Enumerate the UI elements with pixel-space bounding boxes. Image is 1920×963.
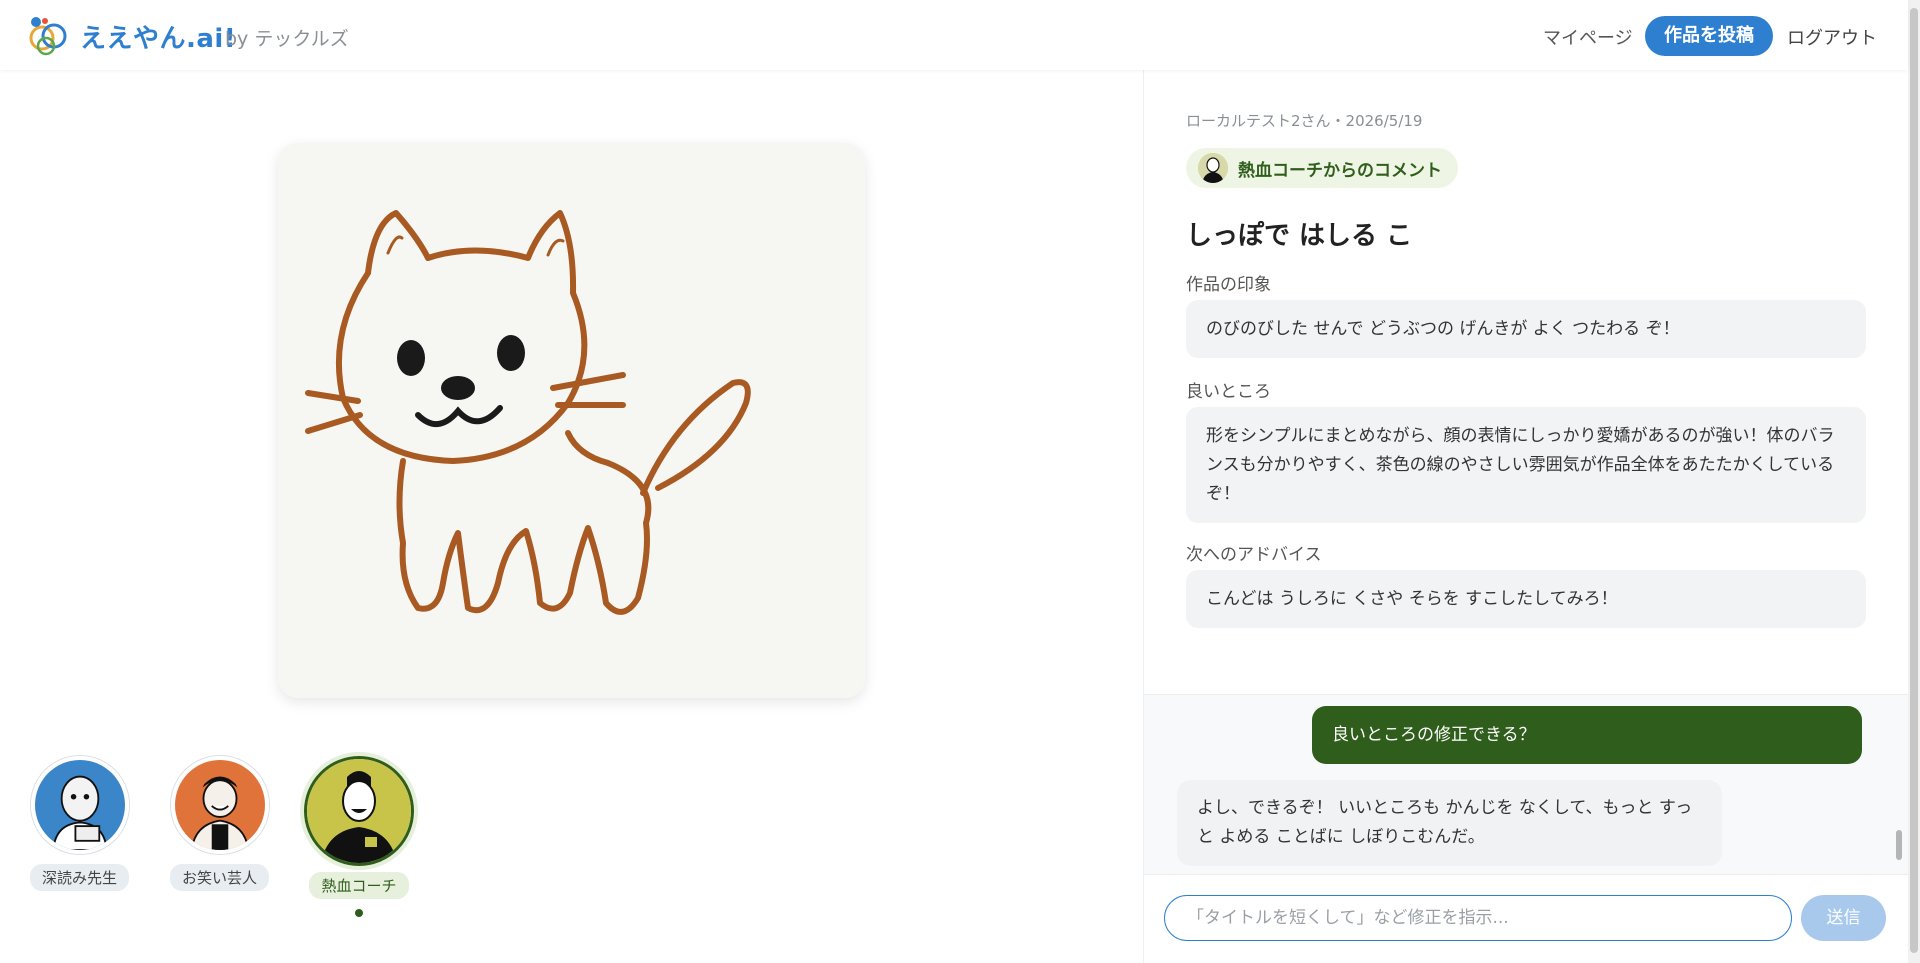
coach-mini-avatar: [1198, 153, 1228, 183]
comment-panel: ローカルテスト2さん・2026/5/19 熱血コーチからのコメント しっぽで は…: [1143, 70, 1909, 963]
page-scrollbar[interactable]: [1908, 0, 1920, 963]
character-label: 深読み先生: [30, 864, 130, 891]
coach-avatar-icon: [1198, 153, 1228, 183]
artwork-image: [278, 143, 865, 698]
section-label-good: 良いところ: [1186, 382, 1271, 402]
section-text-good: 形をシンプルにまとめながら、顔の表情にしっかり愛嬌があるのが強い！体のバランスも…: [1186, 407, 1866, 523]
character-label: 熱血コーチ: [309, 872, 409, 899]
character-fukayomi[interactable]: 深読み先生: [30, 756, 130, 891]
post-meta: ローカルテスト2さん・2026/5/19: [1186, 112, 1423, 130]
section-label-impression: 作品の印象: [1186, 275, 1271, 295]
character-owarai[interactable]: お笑い芸人: [170, 756, 270, 891]
coach-avatar-icon: [307, 759, 411, 863]
active-indicator: [355, 909, 363, 917]
nav-mypage-link[interactable]: マイページ: [1543, 24, 1633, 50]
send-button[interactable]: 送信: [1801, 895, 1886, 941]
section-text-impression: のびのびした せんで どうぶつの げんきが よく つたわる ぞ！: [1186, 300, 1866, 358]
section-label-advice: 次へのアドバイス: [1186, 545, 1322, 565]
section-text-advice: こんどは うしろに くさや そらを すこしたしてみろ！: [1186, 570, 1866, 628]
user-message-bubble: 良いところの修正できる？: [1312, 706, 1862, 764]
page-scroll-thumb[interactable]: [1910, 8, 1918, 953]
cat-drawing-icon: [278, 143, 865, 698]
avatar[interactable]: [304, 756, 414, 866]
chat-scroll-thumb[interactable]: [1896, 830, 1902, 860]
logo-icon[interactable]: [28, 16, 70, 56]
chat-input-row: 送信: [1144, 874, 1909, 963]
character-nekketsu[interactable]: 熱血コーチ: [304, 756, 414, 917]
coach-comment-chip: 熱血コーチからのコメント: [1186, 148, 1458, 188]
revision-instruction-input[interactable]: [1164, 895, 1792, 941]
bot-message-bubble: よし、できるぞ！ いいところも かんじを なくして、もっと すっと よめる こと…: [1177, 780, 1722, 866]
comedian-avatar-icon: [174, 760, 265, 850]
chip-label: 熱血コーチからのコメント: [1238, 160, 1442, 181]
avatar[interactable]: [30, 756, 129, 854]
chat-history[interactable]: 良いところの修正できる？ よし、できるぞ！ いいところも かんじを なくして、も…: [1144, 694, 1909, 874]
brand-title[interactable]: ええやん.ai!: [80, 18, 236, 55]
avatar[interactable]: [170, 756, 269, 854]
logout-link[interactable]: ログアウト: [1787, 24, 1877, 50]
post-artwork-button[interactable]: 作品を投稿: [1645, 16, 1773, 56]
character-label: お笑い芸人: [170, 864, 270, 891]
brand-byline: by テックルズ: [225, 28, 349, 50]
top-header: ええやん.ai! by テックルズ マイページ 作品を投稿 ログアウト: [0, 0, 1908, 70]
artwork-title: しっぽで はしる こ: [1186, 221, 1413, 251]
teacher-avatar-icon: [34, 760, 125, 850]
